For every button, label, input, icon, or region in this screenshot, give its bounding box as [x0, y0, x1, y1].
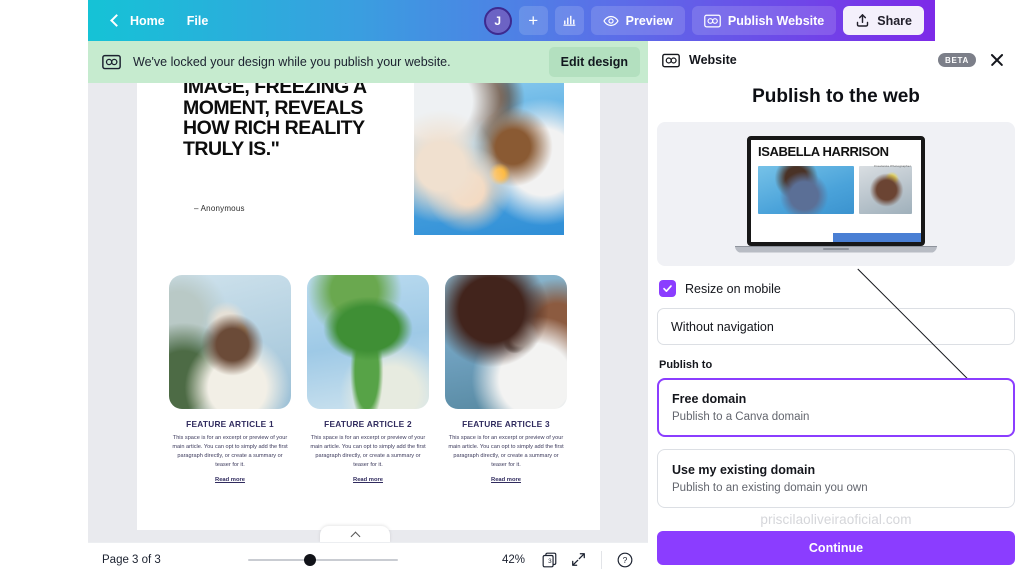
- page-indicator: Page 3 of 3: [102, 553, 161, 566]
- navigation-select[interactable]: Without navigation: [657, 263, 1015, 387]
- status-bar: Page 3 of 3 42% 3 ?: [88, 542, 648, 576]
- share-label: Share: [877, 13, 912, 28]
- laptop-screen: ISABELLA HARRISON Freelance Photographer: [747, 135, 925, 246]
- collapse-panel-handle[interactable]: [320, 526, 390, 542]
- option-description: Publish to an existing domain you own: [672, 482, 868, 494]
- edit-design-button[interactable]: Edit design: [548, 47, 640, 77]
- canva-editor-window: Home File J + Preview Publish Website Sh…: [0, 0, 1024, 576]
- option-description: Publish to a Canva domain: [672, 411, 810, 423]
- design-page[interactable]: IMAGE, FREEZING A MOMENT, REVEALS HOW RI…: [137, 83, 600, 530]
- resize-on-mobile-checkbox[interactable]: [659, 280, 676, 297]
- beta-badge: BETA: [938, 53, 976, 67]
- option-title: Free domain: [672, 392, 747, 406]
- file-label: File: [186, 13, 209, 28]
- publish-panel: Website BETA Publish to the web ISABELLA…: [648, 41, 1024, 576]
- top-toolbar: Home File J + Preview Publish Website Sh…: [88, 0, 935, 41]
- feature-card-title: FEATURE ARTICLE 3: [462, 419, 550, 429]
- toolbar-left-group: Home File: [88, 7, 218, 35]
- preview-site-tagline: Freelance Photographer: [874, 163, 911, 168]
- add-member-button[interactable]: +: [518, 6, 548, 35]
- preview-image-left: [758, 166, 854, 215]
- chevron-left-icon: [110, 14, 123, 27]
- preview-button[interactable]: Preview: [590, 6, 685, 35]
- fullscreen-button[interactable]: [570, 551, 587, 568]
- panel-header-title: Website: [689, 53, 737, 67]
- preview-site-name: ISABELLA HARRISON: [758, 143, 889, 159]
- site-preview-thumbnail: ISABELLA HARRISON Freelance Photographer: [657, 122, 1015, 266]
- avatar-initial: J: [494, 13, 501, 28]
- pages-icon: 3: [542, 552, 557, 567]
- read-more-link[interactable]: Read more: [307, 477, 429, 483]
- read-more-link[interactable]: Read more: [169, 477, 291, 483]
- website-lock-icon: [102, 54, 121, 70]
- option-existing-domain[interactable]: Use my existing domain Publish to an exi…: [657, 449, 1015, 508]
- navigation-select-value: Without navigation: [671, 319, 774, 334]
- laptop-base: [735, 245, 937, 253]
- feature-card-body: This space is for an excerpt or preview …: [448, 435, 564, 468]
- preview-blue-band: [833, 232, 921, 242]
- insights-button[interactable]: [554, 6, 584, 35]
- feature-cards-row: FEATURE ARTICLE 1 This space is for an e…: [169, 275, 569, 483]
- quote-attribution: – Anonymous: [194, 204, 245, 213]
- close-icon[interactable]: [988, 51, 1006, 69]
- upload-icon: [857, 14, 869, 27]
- home-label: Home: [130, 13, 165, 28]
- locked-design-banner: We've locked your design while you publi…: [88, 41, 648, 83]
- feature-card-body: This space is for an excerpt or preview …: [310, 435, 426, 468]
- bar-chart-icon: [563, 15, 575, 26]
- feature-card-image[interactable]: [307, 275, 429, 409]
- read-more-link[interactable]: Read more: [445, 477, 567, 483]
- option-free-domain[interactable]: Free domain Publish to a Canva domain: [657, 378, 1015, 437]
- feature-card[interactable]: FEATURE ARTICLE 2 This space is for an e…: [307, 275, 429, 483]
- website-icon: [662, 53, 680, 67]
- feature-card[interactable]: FEATURE ARTICLE 1 This space is for an e…: [169, 275, 291, 483]
- hero-image[interactable]: [414, 83, 564, 235]
- svg-text:?: ?: [623, 555, 628, 565]
- avatar[interactable]: J: [483, 6, 512, 35]
- feature-card-title: FEATURE ARTICLE 2: [324, 419, 412, 429]
- laptop-notch: [823, 247, 849, 250]
- panel-header: Website BETA: [648, 41, 1024, 75]
- panel-title: Publish to the web: [752, 86, 920, 107]
- zoom-level-label: 42%: [501, 553, 525, 566]
- help-circle-icon: ?: [617, 552, 633, 567]
- zoom-slider[interactable]: [247, 553, 398, 566]
- file-menu-button[interactable]: File: [177, 7, 219, 35]
- preview-image-right: [859, 166, 912, 215]
- help-button[interactable]: ?: [616, 551, 634, 569]
- publish-website-button[interactable]: Publish Website: [691, 6, 837, 35]
- share-button[interactable]: Share: [843, 6, 924, 35]
- feature-card-title: FEATURE ARTICLE 1: [186, 419, 274, 429]
- preview-label: Preview: [625, 13, 673, 28]
- website-icon: [704, 14, 721, 27]
- laptop-mockup: ISABELLA HARRISON Freelance Photographer: [735, 135, 937, 253]
- status-divider: [601, 550, 602, 569]
- zoom-slider-wrap: [161, 553, 485, 566]
- expand-icon: [572, 553, 585, 566]
- option-title: Use my existing domain: [672, 463, 816, 477]
- resize-on-mobile-label: Resize on mobile: [685, 281, 781, 296]
- panel-body: ISABELLA HARRISON Freelance Photographer: [648, 122, 1024, 576]
- back-home-button[interactable]: Home: [102, 7, 175, 35]
- feature-card-image[interactable]: [169, 275, 291, 409]
- feature-card[interactable]: FEATURE ARTICLE 3 This space is for an e…: [445, 275, 567, 483]
- pages-view-button[interactable]: 3: [541, 551, 559, 569]
- design-canvas-area[interactable]: IMAGE, FREEZING A MOMENT, REVEALS HOW RI…: [88, 83, 648, 542]
- resize-on-mobile-row[interactable]: Resize on mobile: [659, 280, 1015, 297]
- toolbar-right-group: J + Preview Publish Website Share: [483, 6, 935, 35]
- feature-card-body: This space is for an excerpt or preview …: [172, 435, 288, 468]
- check-icon: [663, 285, 672, 292]
- eye-icon: [603, 15, 619, 26]
- zoom-slider-handle[interactable]: [303, 553, 316, 566]
- quote-text: IMAGE, FREEZING A MOMENT, REVEALS HOW RI…: [183, 83, 366, 160]
- status-bar-icons: 3 ?: [541, 550, 634, 569]
- publish-website-label: Publish Website: [727, 13, 825, 28]
- banner-message: We've locked your design while you publi…: [133, 55, 451, 69]
- continue-button[interactable]: Continue: [657, 531, 1015, 565]
- chevron-up-icon: [350, 531, 360, 541]
- preview-images: [758, 166, 914, 215]
- plus-icon: +: [528, 11, 539, 30]
- feature-card-image[interactable]: [445, 275, 567, 409]
- page-count-label: 3: [548, 557, 552, 564]
